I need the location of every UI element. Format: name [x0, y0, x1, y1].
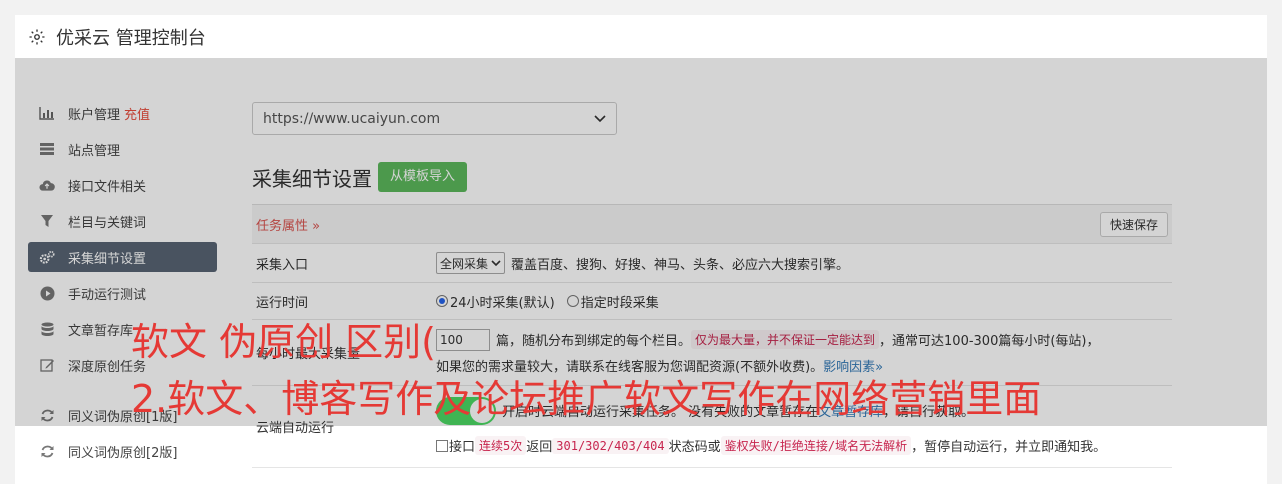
table-row: 运行时间 24小时采集(默认) 指定时段采集 — [252, 283, 1172, 320]
pause-text-1: 返回 — [526, 440, 553, 455]
sidebar-item-synonym-v2[interactable]: 同义词伪原创[2版] — [28, 436, 217, 466]
sidebar-item-collect-settings[interactable]: 采集细节设置 — [28, 242, 217, 272]
server-icon — [39, 141, 55, 157]
chevron-down-icon — [594, 114, 606, 122]
play-circle-icon — [39, 285, 55, 301]
page-title: 优采云 管理控制台 — [56, 27, 206, 49]
row-label: 采集入口 — [256, 257, 309, 273]
entry-select[interactable]: 全网采集 — [436, 252, 506, 274]
runtime-24h-label: 24小时采集(默认) — [450, 295, 555, 311]
runtime-scheduled-radio[interactable] — [566, 295, 579, 307]
factors-link[interactable]: 影响因素» — [823, 356, 883, 375]
sidebar-item-interface[interactable]: 接口文件相关 — [28, 170, 217, 200]
top-bar: 优采云 管理控制台 — [15, 15, 1267, 59]
pause-label: 接口 — [449, 440, 476, 455]
database-icon — [39, 321, 55, 337]
refresh-icon — [39, 407, 55, 423]
sidebar-item-label: 站点管理 — [68, 143, 121, 159]
sidebar-item-label: 接口文件相关 — [68, 179, 147, 195]
watermark-line-1: 软文 伪原创 区别( — [131, 320, 436, 364]
recharge-link[interactable]: 充值 — [124, 104, 150, 123]
max-note-code: 仅为最大量，并不保证一定能达到 — [691, 330, 880, 349]
sidebar-item-label: 文章暂存库 — [68, 323, 134, 339]
runtime-24h-radio[interactable] — [436, 295, 448, 307]
max-text-1: 篇，随机分布到绑定的每个栏目。 — [496, 334, 692, 349]
filter-icon — [39, 213, 55, 229]
cloud-upload-icon — [39, 177, 55, 193]
pause-text-3: ，暂停自动运行，并立即通知我。 — [911, 440, 1107, 455]
pause-text-2: 状态码或 — [668, 440, 721, 455]
max-text-3: 如果您的需求量较大，请联系在线客服为您调配资源(不额外收费)。 — [436, 360, 824, 375]
sidebar-item-columns[interactable]: 栏目与关键词 — [28, 206, 217, 236]
sidebar-item-sites[interactable]: 站点管理 — [28, 134, 217, 164]
max-text-2: ，通常可达100-300篇每小时(每站)， — [879, 334, 1100, 349]
code-status: 301/302/403/404 — [552, 437, 669, 454]
sidebar-item-label: 栏目与关键词 — [68, 215, 147, 231]
cogs-icon — [39, 249, 55, 265]
site-select-value: https://www.ucaiyun.com — [263, 110, 441, 127]
gear-icon — [29, 29, 45, 44]
sidebar-item-label: 手动运行测试 — [68, 287, 147, 303]
import-template-button[interactable]: 从模板导入 — [378, 162, 468, 192]
sidebar-item-manual-run[interactable]: 手动运行测试 — [28, 278, 217, 308]
pause-checkbox[interactable] — [436, 439, 448, 452]
chevron-down-icon — [491, 259, 501, 266]
sidebar-item-label: 账户管理 — [68, 107, 121, 123]
site-select[interactable]: https://www.ucaiyun.com — [252, 102, 617, 135]
entry-description: 覆盖百度、搜狗、好搜、神马、头条、必应六大搜索引擎。 — [511, 257, 850, 273]
watermark-line-2: 2.软文、博客写作及论坛推广软文写作在网络营销里面 — [131, 377, 1042, 421]
task-attributes-toggle[interactable]: 任务属性 » — [256, 215, 320, 234]
bar-chart-icon — [39, 105, 55, 121]
entry-select-value: 全网采集 — [440, 256, 489, 271]
section-title: 采集细节设置 — [252, 166, 372, 191]
refresh-icon — [39, 443, 55, 459]
code-fail-count: 连续5次 — [475, 436, 527, 455]
quick-save-button[interactable]: 快速保存 — [1099, 211, 1168, 237]
sidebar-item-label: 采集细节设置 — [68, 251, 147, 267]
sidebar-item-label: 同义词伪原创[2版] — [68, 445, 178, 461]
sidebar-item-account[interactable]: 账户管理 充值 — [28, 98, 217, 128]
row-label: 运行时间 — [256, 295, 309, 311]
edit-icon — [39, 357, 55, 373]
code-errors: 鉴权失败/拒绝连接/域名无法解析 — [720, 436, 912, 455]
runtime-scheduled-label: 指定时段采集 — [580, 295, 659, 311]
max-per-hour-input[interactable]: 100 — [436, 328, 490, 351]
table-row: 采集入口 全网采集 覆盖百度、搜狗、好搜、神马、头条、必应六大搜索引擎。 — [252, 244, 1172, 283]
